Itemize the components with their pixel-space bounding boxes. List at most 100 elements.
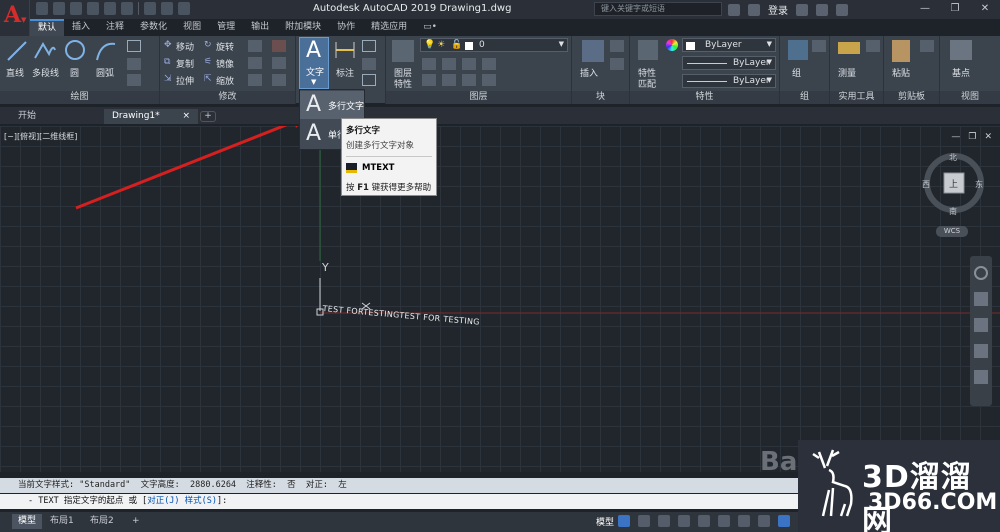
- rectangle-icon[interactable]: [127, 40, 141, 52]
- viewcube-west[interactable]: 西: [922, 179, 930, 190]
- layer-tool-3-icon[interactable]: [462, 58, 476, 70]
- paste-icon[interactable]: [892, 40, 910, 62]
- layers-panel-title[interactable]: 图层: [386, 91, 571, 104]
- view-panel-title[interactable]: 视图: [940, 91, 1000, 104]
- edit-block-icon[interactable]: [610, 58, 624, 70]
- steering-wheel-icon[interactable]: [974, 266, 988, 280]
- explode-icon[interactable]: [272, 57, 286, 69]
- layout-tab-layout2[interactable]: 布局2: [84, 514, 120, 529]
- polyline-icon[interactable]: [33, 40, 57, 62]
- orbit-icon[interactable]: [974, 344, 988, 358]
- grid-icon[interactable]: [618, 515, 630, 527]
- offset-icon[interactable]: [272, 74, 286, 86]
- properties-panel-title[interactable]: 特性: [630, 91, 779, 104]
- exchange-icon[interactable]: [816, 3, 828, 16]
- undo-icon[interactable]: [144, 2, 156, 15]
- share-icon[interactable]: [178, 2, 190, 15]
- redo-icon[interactable]: [161, 2, 173, 15]
- stretch-button[interactable]: 拉伸: [176, 74, 194, 87]
- modify-panel-title[interactable]: 修改: [160, 91, 295, 104]
- tab-output[interactable]: 输出: [243, 19, 277, 36]
- close-tab-icon[interactable]: ×: [182, 109, 190, 124]
- new-icon[interactable]: [36, 2, 48, 15]
- cart-icon[interactable]: [796, 3, 808, 16]
- polyline-button[interactable]: 多段线: [32, 66, 59, 79]
- scale-button[interactable]: 缩放: [216, 74, 234, 87]
- calculator-icon[interactable]: [866, 40, 880, 52]
- layer-properties-icon[interactable]: [392, 40, 414, 62]
- selection-cycling-icon[interactable]: [758, 515, 770, 527]
- layout-tab-model[interactable]: 模型: [12, 514, 43, 529]
- polar-icon[interactable]: [678, 515, 690, 527]
- leader-icon[interactable]: [362, 58, 376, 70]
- linear-dim-icon[interactable]: [362, 40, 376, 52]
- restore-icon[interactable]: ❐: [940, 0, 970, 18]
- tab-drawing1[interactable]: Drawing1* ×: [104, 109, 198, 124]
- new-tab-button[interactable]: +: [200, 111, 216, 122]
- create-block-icon[interactable]: [610, 40, 624, 52]
- layer-properties-label2[interactable]: 特性: [394, 77, 412, 90]
- ortho-icon[interactable]: [658, 515, 670, 527]
- group-button[interactable]: 组: [792, 66, 801, 79]
- login-button[interactable]: 登录: [768, 2, 788, 17]
- group-icon[interactable]: [788, 40, 808, 60]
- table-icon[interactable]: [362, 74, 376, 86]
- close-icon[interactable]: ✕: [970, 0, 1000, 18]
- layer-tool-1-icon[interactable]: [422, 58, 436, 70]
- drawing-canvas[interactable]: [−][俯视][二维线框] — ❐ ✕ Y TEST FORTESTINGTES…: [0, 126, 1000, 472]
- tab-manage[interactable]: 管理: [209, 19, 243, 36]
- otrack-icon[interactable]: [718, 515, 730, 527]
- lineweight-dropdown[interactable]: ByLayer ▼: [682, 74, 776, 88]
- move-button[interactable]: 移动: [176, 40, 194, 53]
- layer-tool-8-icon[interactable]: [482, 74, 496, 86]
- clipboard-panel-title[interactable]: 剪贴板: [884, 91, 939, 104]
- dimension-button[interactable]: 标注: [336, 66, 354, 79]
- tab-parametric[interactable]: 参数化: [132, 19, 175, 36]
- circle-button[interactable]: 圆: [70, 66, 79, 79]
- layer-dropdown[interactable]: 💡 ☀ 🔓 0 ▼: [420, 38, 568, 52]
- help-icon[interactable]: [836, 3, 848, 16]
- arc-icon[interactable]: [95, 40, 117, 62]
- array-icon[interactable]: [248, 74, 262, 86]
- trim-icon[interactable]: [248, 40, 262, 52]
- block-panel-title[interactable]: 块: [572, 91, 629, 104]
- lineweight-icon[interactable]: [738, 515, 750, 527]
- osnap-icon[interactable]: [698, 515, 710, 527]
- paste-button[interactable]: 粘贴: [892, 66, 910, 79]
- color-dropdown[interactable]: ByLayer ▼: [682, 38, 776, 52]
- mtext-menu-item[interactable]: A 多行文字: [300, 91, 364, 119]
- tab-insert[interactable]: 插入: [64, 19, 98, 36]
- print-icon[interactable]: [121, 2, 133, 15]
- tab-addins[interactable]: 附加模块: [277, 19, 329, 36]
- measure-icon[interactable]: [838, 42, 860, 54]
- line-icon[interactable]: [6, 40, 28, 62]
- tab-collaborate[interactable]: 协作: [329, 19, 363, 36]
- layer-tool-7-icon[interactable]: [462, 74, 476, 86]
- fillet-icon[interactable]: [248, 57, 262, 69]
- pan-icon[interactable]: [974, 292, 988, 306]
- command-option-style[interactable]: 样式(S): [185, 496, 217, 506]
- line-button[interactable]: 直线: [6, 66, 24, 79]
- insert-block-button[interactable]: 插入: [580, 66, 598, 79]
- wcs-menu[interactable]: WCS: [936, 226, 968, 237]
- color-wheel-icon[interactable]: [666, 39, 678, 51]
- save-icon[interactable]: [70, 2, 82, 15]
- tab-default[interactable]: 默认: [30, 19, 65, 36]
- tab-annotate[interactable]: 注释: [98, 19, 132, 36]
- text-button[interactable]: A 文字 ▼: [299, 37, 329, 89]
- utilities-panel-title[interactable]: 实用工具: [830, 91, 883, 104]
- groups-panel-title[interactable]: 组: [780, 91, 829, 104]
- erase-icon[interactable]: [272, 40, 286, 52]
- rotate-button[interactable]: 旋转: [216, 40, 234, 53]
- dimension-icon[interactable]: [334, 40, 356, 60]
- annotation-scale-icon[interactable]: [778, 515, 790, 527]
- snap-icon[interactable]: [638, 515, 650, 527]
- showmotion-icon[interactable]: [974, 370, 988, 384]
- layer-tool-6-icon[interactable]: [442, 74, 456, 86]
- copy-clip-icon[interactable]: [920, 40, 934, 52]
- layout-tab-layout1[interactable]: 布局1: [44, 514, 80, 529]
- application-menu-button[interactable]: A ▼: [0, 0, 30, 36]
- search-input[interactable]: 键入关键字或短语: [594, 2, 722, 16]
- draw-panel-title[interactable]: 绘图: [0, 91, 159, 104]
- viewcube-east[interactable]: 东: [975, 179, 983, 190]
